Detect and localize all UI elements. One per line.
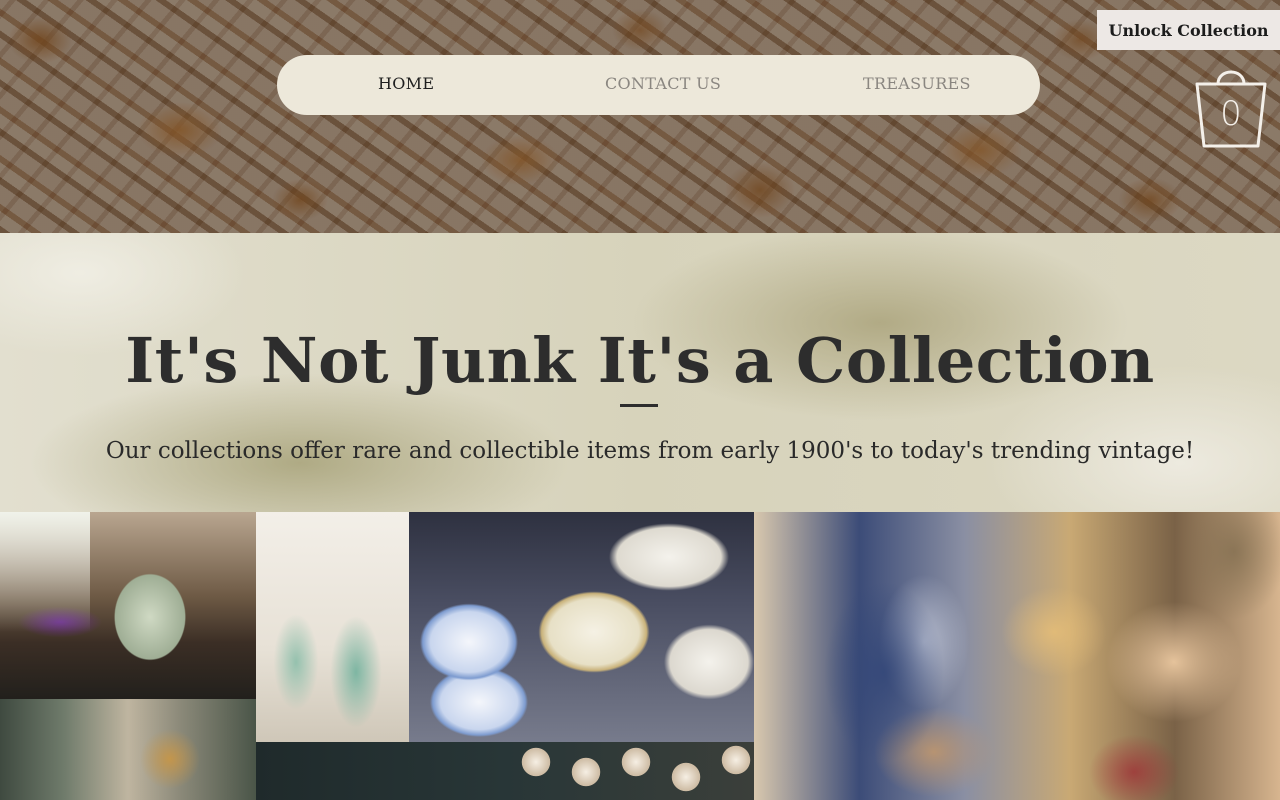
unlock-collection-label: Unlock Collection	[1108, 20, 1269, 40]
photo-mason-jars	[256, 512, 409, 742]
photo-kettle	[0, 512, 256, 699]
unlock-collection-button[interactable]: Unlock Collection	[1097, 10, 1280, 50]
photo-ornate-ceiling	[0, 699, 256, 800]
hero-section: It's Not Junk It's a Collection Our coll…	[0, 233, 1280, 512]
main-nav: HOME CONTACT US TREASURES	[277, 55, 1040, 115]
cart-button[interactable]: 0	[1194, 60, 1268, 150]
photo-beer-steins	[754, 512, 1280, 800]
photo-pearls	[256, 742, 754, 800]
hero-title: It's Not Junk It's a Collection	[125, 324, 1155, 397]
cart-count: 0	[1220, 94, 1242, 134]
photo-plates	[409, 512, 754, 742]
hero-subtitle: Our collections offer rare and collectib…	[105, 438, 1195, 464]
nav-contact-us[interactable]: CONTACT US	[605, 55, 721, 115]
header-banner: HOME CONTACT US TREASURES Unlock Collect…	[0, 0, 1280, 233]
title-divider	[620, 404, 658, 407]
nav-home[interactable]: HOME	[378, 55, 434, 115]
nav-treasures[interactable]: TREASURES	[863, 55, 971, 115]
